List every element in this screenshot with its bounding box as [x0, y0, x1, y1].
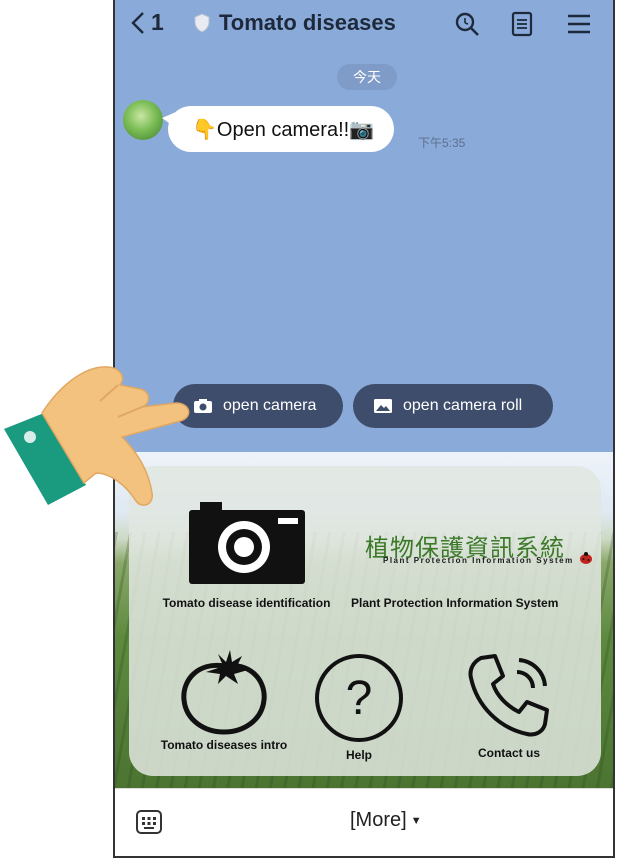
- intro-label: Tomato diseases intro: [160, 738, 288, 752]
- more-menu-button[interactable]: [More] ▼: [350, 809, 422, 832]
- chat-header: 1 Tomato diseases: [115, 0, 613, 48]
- svg-text:?: ?: [346, 672, 373, 725]
- unread-count: 1: [151, 9, 164, 35]
- message-bubble[interactable]: 👇Open camera!!📷: [161, 106, 395, 152]
- message-timestamp: 下午5:35: [418, 136, 466, 150]
- ladybug-icon: [580, 552, 592, 564]
- notes-button[interactable]: [508, 10, 536, 38]
- bot-avatar[interactable]: [123, 100, 163, 140]
- pointing-hand-icon: [4, 366, 190, 506]
- ppis-label[interactable]: Plant Protection Information System: [351, 596, 558, 610]
- bottom-bar: [More] ▼: [115, 788, 613, 856]
- search-icon: [455, 12, 479, 36]
- keyboard-icon: [136, 810, 162, 834]
- tomato-icon: [181, 650, 267, 735]
- more-label: [More]: [350, 809, 407, 831]
- help-icon: ?: [315, 654, 403, 742]
- chat-title: Tomato diseases: [219, 10, 396, 35]
- contact-label: Contact us: [477, 746, 540, 760]
- caret-down-icon: ▼: [410, 814, 422, 827]
- search-button[interactable]: [453, 10, 481, 38]
- ppis-logo-english: Plant Protection Information System: [383, 556, 574, 565]
- chat-title-area: Tomato diseases: [193, 10, 396, 36]
- help-label: Help: [345, 748, 372, 762]
- help-cell[interactable]: ? Help: [309, 652, 409, 762]
- message-text: 👇Open camera!!📷: [192, 118, 375, 141]
- keyboard-toggle-button[interactable]: [135, 809, 163, 840]
- identify-label: Tomato disease identification: [162, 596, 331, 610]
- menu-button[interactable]: [565, 10, 593, 38]
- chevron-left-icon: [131, 11, 144, 34]
- open-camera-label: open camera: [223, 397, 317, 414]
- open-camera-roll-label: open camera roll: [403, 397, 523, 414]
- menu-icon: [568, 14, 590, 34]
- open-camera-roll-button[interactable]: open camera roll: [353, 384, 553, 428]
- tomato-intro-cell[interactable]: Tomato diseases intro: [149, 644, 299, 752]
- shield-icon: [194, 13, 210, 33]
- image-icon: [374, 399, 392, 413]
- phone-call-icon: [468, 654, 549, 737]
- ppis-logo[interactable]: 植物保護資訊系統 Plant Protection Information Sy…: [365, 528, 597, 568]
- notes-icon: [511, 11, 533, 37]
- contact-cell[interactable]: Contact us: [449, 650, 569, 760]
- back-button[interactable]: 1: [131, 9, 164, 36]
- date-separator: 今天: [337, 64, 397, 90]
